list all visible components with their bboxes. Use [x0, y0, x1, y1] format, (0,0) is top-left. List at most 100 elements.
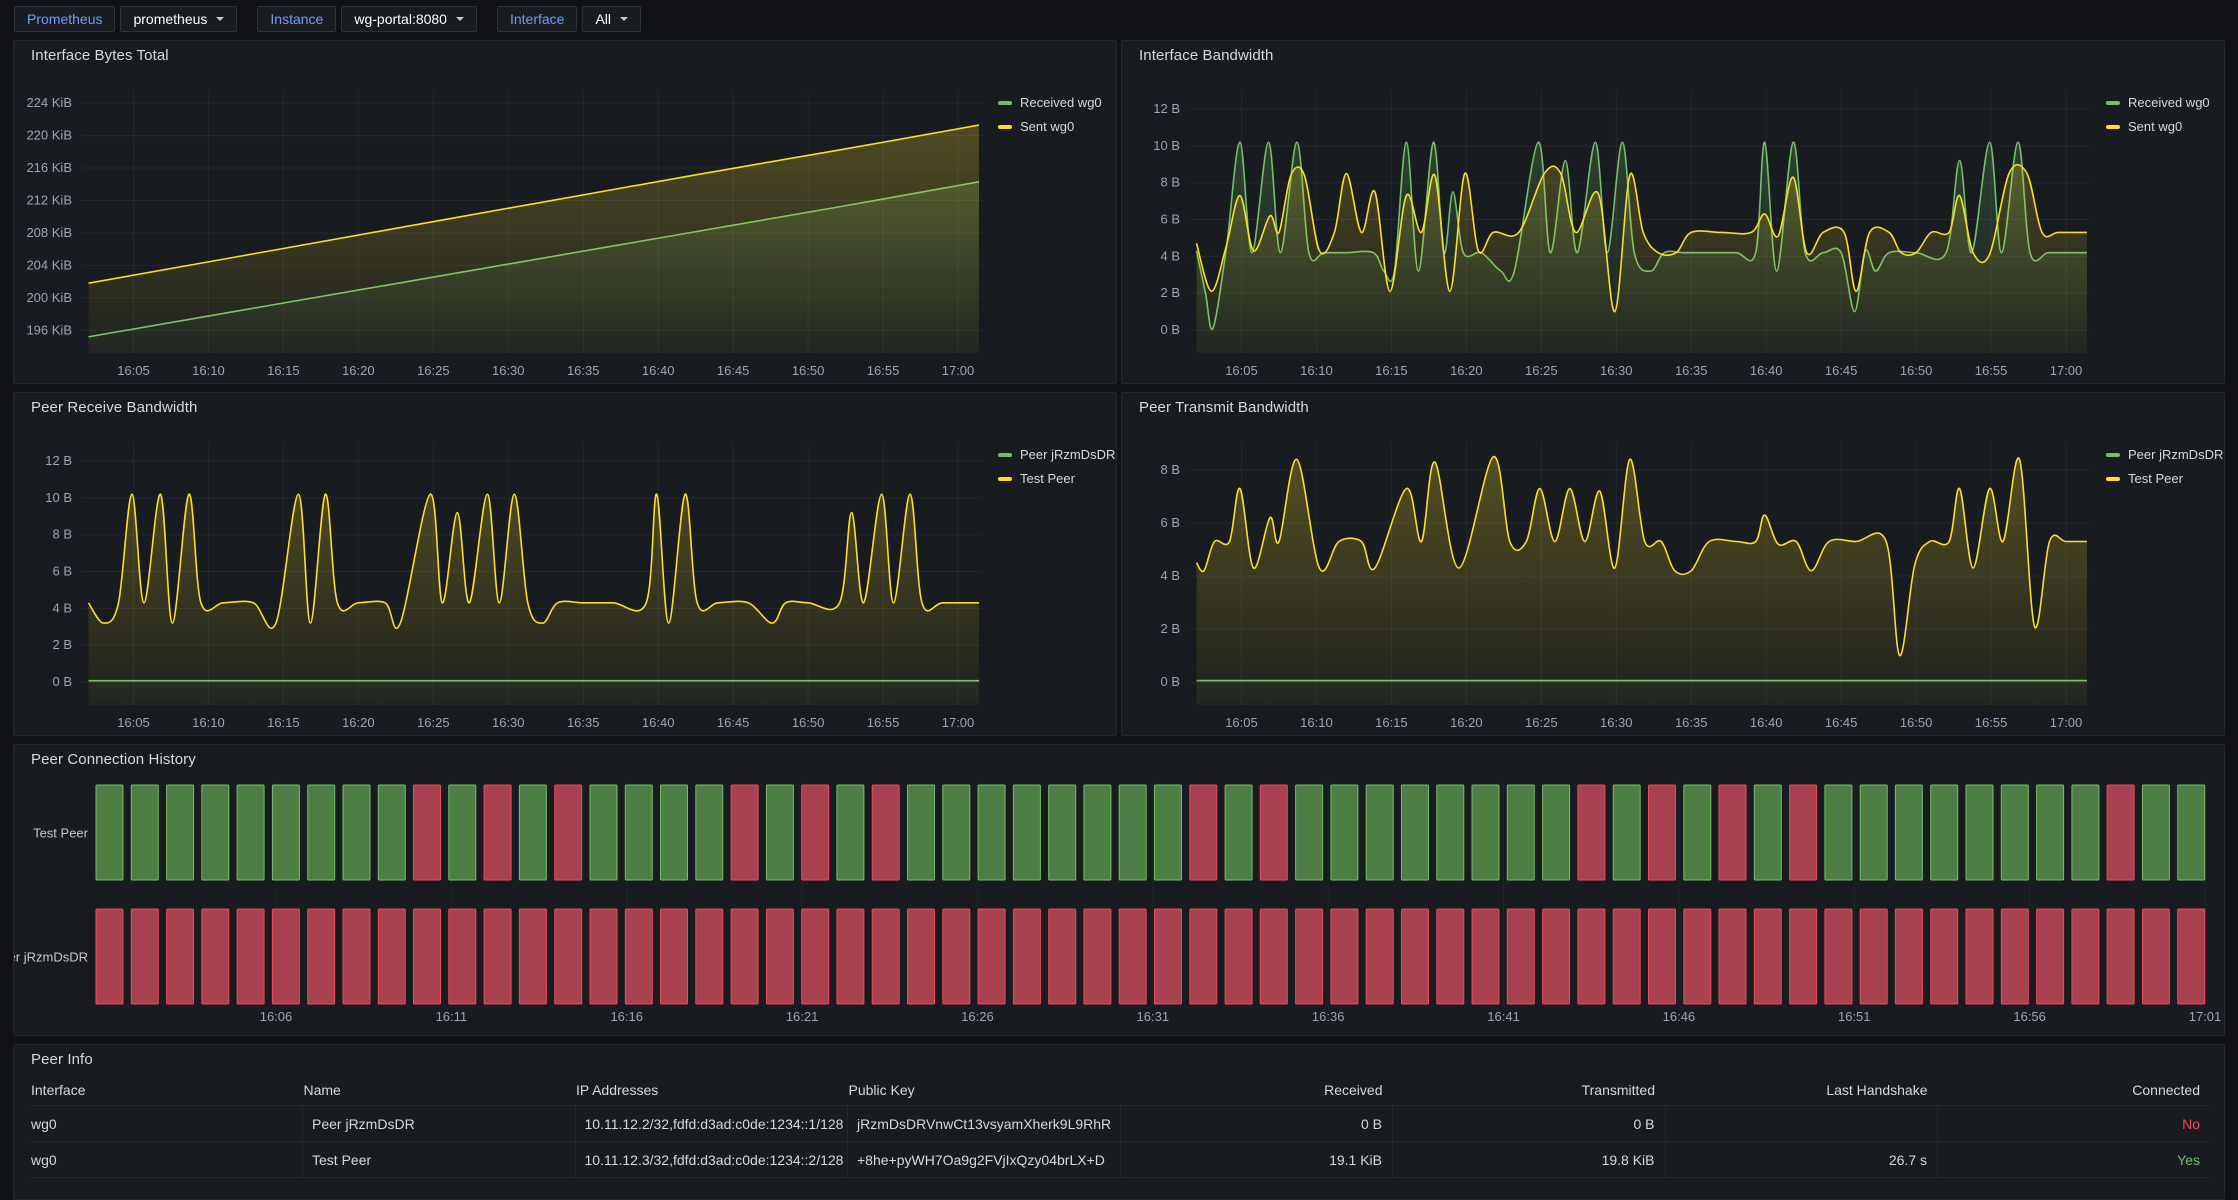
- column-header-interface[interactable]: Interface: [30, 1075, 303, 1106]
- y-tick-label: 10 B: [45, 490, 72, 505]
- legend-swatch: [998, 125, 1012, 129]
- y-tick-label: 0 B: [1160, 674, 1180, 689]
- state-bar-disconnected: [1543, 909, 1570, 1004]
- x-tick-label: 16:10: [192, 363, 225, 378]
- chart-legend: Peer jRzmDsDR Test Peer: [2106, 447, 2223, 486]
- x-tick-label: 16:30: [492, 715, 525, 730]
- panel-interface-bytes-total: Interface Bytes Total 16:0516:1016:1516:…: [13, 40, 1117, 384]
- column-header-public-key[interactable]: Public Key: [848, 1075, 1121, 1106]
- state-bar-connected: [837, 785, 864, 880]
- filter-label-prometheus[interactable]: Prometheus: [14, 6, 115, 32]
- panel-title[interactable]: Peer Transmit Bandwidth: [1139, 399, 1309, 416]
- cell-received: 19.1 KiB: [1120, 1142, 1393, 1178]
- state-bar-connected: [167, 785, 194, 880]
- chart-svg: 16:0516:1016:1516:2016:2516:3016:3516:40…: [1122, 393, 2224, 735]
- legend-item-received-wg0[interactable]: Received wg0: [2106, 95, 2210, 110]
- state-bar-disconnected: [343, 909, 370, 1004]
- column-header-name[interactable]: Name: [303, 1075, 576, 1106]
- state-bar-disconnected: [1719, 909, 1746, 1004]
- legend-label: Received wg0: [2128, 95, 2210, 110]
- timeline-svg: 16:0616:1116:1616:2116:2616:3116:3616:41…: [14, 745, 2224, 1035]
- x-tick-label: 16:20: [342, 363, 375, 378]
- x-tick-label: 16:30: [1600, 715, 1633, 730]
- legend-label: Test Peer: [2128, 471, 2183, 486]
- state-bar-disconnected: [1578, 909, 1605, 1004]
- legend-label: Test Peer: [1020, 471, 1075, 486]
- column-header-received[interactable]: Received: [1120, 1075, 1393, 1106]
- state-bar-connected: [272, 785, 299, 880]
- state-bar-connected: [1895, 785, 1922, 880]
- state-bar-connected: [1119, 785, 1146, 880]
- table-header-row: InterfaceNameIP AddressesPublic KeyRecei…: [30, 1075, 2210, 1106]
- timeline-peer-connection-history: 16:0616:1116:1616:2116:2616:3116:3616:41…: [14, 745, 2224, 1035]
- x-tick-label: 16:41: [1487, 1009, 1520, 1024]
- x-tick-label: 16:05: [1225, 363, 1258, 378]
- legend-item-sent-wg0[interactable]: Sent wg0: [998, 119, 1102, 134]
- legend-item-sent-wg0[interactable]: Sent wg0: [2106, 119, 2210, 134]
- filter-label-interface[interactable]: Interface: [497, 6, 577, 32]
- table-row: wg0Peer jRzmDsDR10.11.12.2/32,fdfd:d3ad:…: [30, 1106, 2210, 1142]
- state-bar-disconnected: [661, 909, 688, 1004]
- legend-item-peer-jrzmdsdr[interactable]: Peer jRzmDsDR: [998, 447, 1115, 462]
- panel-title[interactable]: Peer Connection History: [31, 751, 196, 768]
- cell-ip-addresses: 10.11.12.2/32,fdfd:d3ad:c0de:1234::1/128: [575, 1106, 848, 1142]
- state-bar-disconnected: [484, 909, 511, 1004]
- state-bar-connected: [1049, 785, 1076, 880]
- filter-value-prometheus-dropdown[interactable]: prometheus: [120, 6, 237, 32]
- x-tick-label: 16:20: [1450, 363, 1483, 378]
- chevron-down-icon: [456, 17, 464, 21]
- x-tick-label: 16:10: [1300, 363, 1333, 378]
- column-header-transmitted[interactable]: Transmitted: [1393, 1075, 1666, 1106]
- state-bar-disconnected: [1684, 909, 1711, 1004]
- legend-label: Sent wg0: [2128, 119, 2182, 134]
- state-bar-connected: [1684, 785, 1711, 880]
- legend-item-test-peer[interactable]: Test Peer: [998, 471, 1115, 486]
- state-bar-disconnected: [131, 909, 158, 1004]
- cell-name: Test Peer: [303, 1142, 576, 1178]
- state-bar-connected: [661, 785, 688, 880]
- series-area-sent-wg0: [89, 125, 980, 353]
- column-header-connected[interactable]: Connected: [1938, 1075, 2211, 1106]
- filter-group-instance: Instance wg-portal:8080: [257, 6, 477, 32]
- x-tick-label: 16:11: [436, 1009, 468, 1024]
- state-bar-connected: [1507, 785, 1534, 880]
- panel-title[interactable]: Interface Bandwidth: [1139, 47, 1273, 64]
- state-bar-disconnected: [1190, 785, 1217, 880]
- panel-title[interactable]: Peer Receive Bandwidth: [31, 399, 197, 416]
- panel-peer-receive-bandwidth: Peer Receive Bandwidth 16:0516:1016:1516…: [13, 392, 1117, 736]
- state-bar-disconnected: [1895, 909, 1922, 1004]
- x-tick-label: 16:55: [867, 715, 900, 730]
- y-tick-label: 224 KiB: [26, 95, 72, 110]
- state-bar-disconnected: [2037, 909, 2064, 1004]
- legend-item-test-peer[interactable]: Test Peer: [2106, 471, 2223, 486]
- panel-interface-bandwidth: Interface Bandwidth 16:05 16:10 16:15 16:20…: [1121, 40, 2225, 384]
- x-tick-label: 16:55: [867, 363, 900, 378]
- x-tick-label: 16:15: [1375, 715, 1408, 730]
- x-tick-label: 16:25: [1525, 363, 1558, 378]
- chart-interface-bandwidth: 16:0516:1016:1516:2016:2516:3016:3516:40…: [1122, 41, 2224, 383]
- x-tick-label: 16:10: [1300, 715, 1333, 730]
- column-header-ip-addresses[interactable]: IP Addresses: [575, 1075, 848, 1106]
- legend-swatch: [2106, 453, 2120, 457]
- filter-label-instance[interactable]: Instance: [257, 6, 336, 32]
- state-bar-disconnected: [272, 909, 299, 1004]
- series-area-sent-wg0: [1197, 165, 2088, 353]
- panel-peer-transmit-bandwidth: Peer Transmit Bandwidth 16:0516:1016:151…: [1121, 392, 2225, 736]
- legend-item-peer-jrzmdsdr[interactable]: Peer jRzmDsDR: [2106, 447, 2223, 462]
- state-bar-disconnected: [1790, 909, 1817, 1004]
- panel-title[interactable]: Peer Info: [31, 1051, 93, 1068]
- table-row: wg0Test Peer10.11.12.3/32,fdfd:d3ad:c0de…: [30, 1142, 2210, 1178]
- state-bar-connected: [1966, 785, 1993, 880]
- filter-value-interface-dropdown[interactable]: All: [582, 6, 641, 32]
- filter-value-instance-dropdown[interactable]: wg-portal:8080: [341, 6, 477, 32]
- state-bar-connected: [590, 785, 617, 880]
- legend-item-received-wg0[interactable]: Received wg0: [998, 95, 1102, 110]
- cell-transmitted: 19.8 KiB: [1393, 1142, 1666, 1178]
- column-header-last-handshake[interactable]: Last Handshake: [1665, 1075, 1938, 1106]
- state-bar-disconnected: [202, 909, 229, 1004]
- y-tick-label: 12 B: [1153, 101, 1180, 116]
- y-tick-label: 216 KiB: [26, 160, 72, 175]
- y-tick-label: 8 B: [1160, 175, 1180, 190]
- panel-title[interactable]: Interface Bytes Total: [31, 47, 169, 64]
- x-tick-label: 16:15: [1375, 363, 1408, 378]
